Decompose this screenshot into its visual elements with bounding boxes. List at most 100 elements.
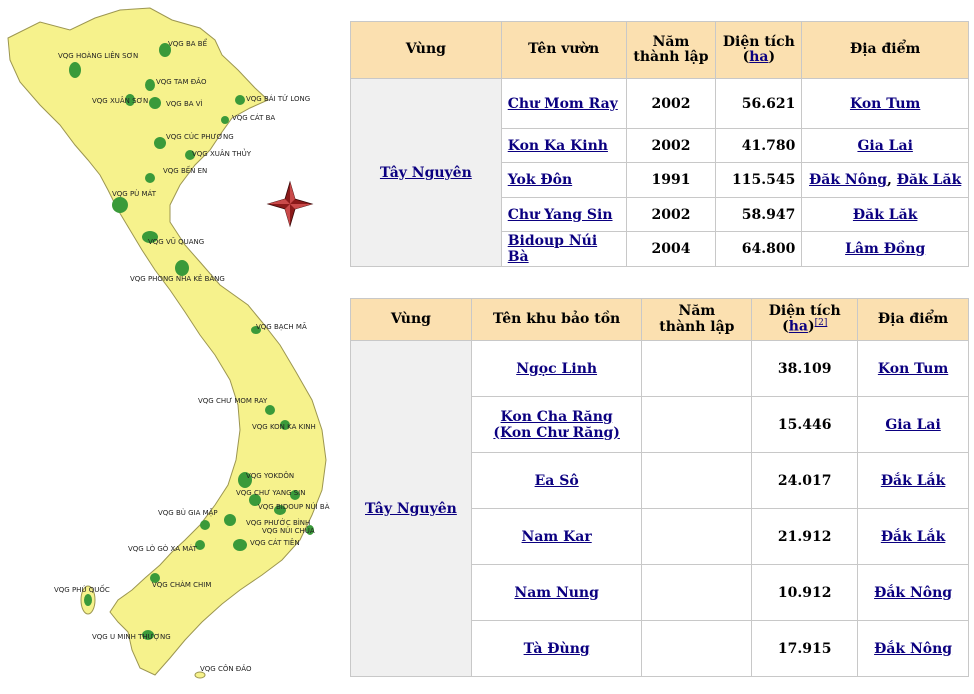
park-marker xyxy=(145,173,155,183)
table-header-row: Vùng Tên khu bảo tồn Năm thành lập Diện … xyxy=(350,298,969,341)
col-header-year-line2: thành lập xyxy=(659,318,735,335)
paren-open: ( xyxy=(782,318,789,335)
col-header-year-line1: Năm xyxy=(678,303,716,320)
park-name-link[interactable]: Kon Ka Kinh xyxy=(508,138,608,154)
region-link[interactable]: Tây Nguyên xyxy=(365,501,457,517)
year-cell: 2002 xyxy=(625,197,717,232)
name-cell: Tà Đùng xyxy=(470,620,643,677)
park-marker xyxy=(112,197,128,213)
area-cell: 21.912 xyxy=(751,508,859,565)
name-cell: Chư Yang Sin xyxy=(500,197,627,232)
reserve-name-link[interactable]: Nam Nung xyxy=(514,585,599,601)
park-name-link[interactable]: Yok Đôn xyxy=(508,172,572,188)
map-label: VQG BIDOUP NÚI BÀ xyxy=(258,502,330,511)
name-cell: Nam Kar xyxy=(470,508,643,565)
map-label: VQG XUÂN SƠN xyxy=(92,96,148,105)
location-cell: Gia Lai xyxy=(801,128,969,163)
col-header-region: Vùng xyxy=(350,21,502,79)
map-label: VQG U MINH THƯỢNG xyxy=(92,633,171,641)
area-cell: 115.545 xyxy=(715,162,803,198)
col-header-area-line1: Diện tích xyxy=(768,302,841,319)
location-link[interactable]: Đắk Lắk xyxy=(881,473,946,489)
region-link[interactable]: Tây Nguyên xyxy=(380,165,472,181)
map-label: VQG LÒ GÒ XA MÁT xyxy=(128,544,198,553)
reserve-name-link[interactable]: Tà Đùng xyxy=(524,641,590,657)
map-label: VQG PÙ MÁT xyxy=(112,189,157,198)
col-header-year-line2: thành lập xyxy=(633,49,709,65)
map-svg: VQG HOÀNG LIÊN SƠN VQG BA BỂ VQG TAM ĐẢO… xyxy=(7,7,330,679)
year-cell: 2004 xyxy=(625,231,717,267)
year-cell xyxy=(641,508,753,565)
reference-link[interactable]: [2] xyxy=(815,318,828,328)
map-label: VQG PHONG NHA KẺ BÀNG xyxy=(130,274,225,283)
location-link[interactable]: Đăk Lăk xyxy=(897,172,962,188)
park-marker xyxy=(233,539,247,551)
reserve-name-link[interactable]: Ngọc Linh xyxy=(516,361,597,377)
location-link[interactable]: Đắk Nông xyxy=(874,585,952,601)
compass-rose xyxy=(266,180,314,228)
map-label: VQG NÚI CHÚA xyxy=(262,526,315,535)
park-marker xyxy=(149,97,161,109)
vietnam-national-parks-map: VQG HOÀNG LIÊN SƠN VQG BA BỂ VQG TAM ĐẢO… xyxy=(0,0,340,694)
region-cell: Tây Nguyên xyxy=(350,340,472,677)
area-cell: 41.780 xyxy=(715,128,803,163)
location-cell: Gia Lai xyxy=(857,396,969,453)
ha-unit-link[interactable]: ha xyxy=(749,49,768,65)
location-link[interactable]: Gia Lai xyxy=(857,138,912,154)
col-header-area: Diện tích (ha) xyxy=(715,21,803,79)
map-label: VQG PHƯỚC BÌNH xyxy=(246,518,310,527)
location-link[interactable]: Lâm Đồng xyxy=(845,241,925,257)
location-cell: Kon Tum xyxy=(801,78,969,129)
map-label: VQG BẾN EN xyxy=(163,165,207,175)
name-cell: Kon Cha Răng (Kon Chư Răng) xyxy=(470,396,643,453)
map-label: VQG XUÂN THỦY xyxy=(192,148,252,158)
reserve-name-link[interactable]: Nam Kar xyxy=(522,529,592,545)
reserve-name-link[interactable]: Kon Cha Răng (Kon Chư Răng) xyxy=(493,409,620,441)
park-marker xyxy=(175,260,189,276)
park-marker xyxy=(200,520,210,530)
map-label: VQG CHÀM CHIM xyxy=(152,580,211,589)
location-link[interactable]: Đăk Lăk xyxy=(853,207,918,223)
location-cell: Đăk Lăk xyxy=(801,197,969,232)
park-marker xyxy=(154,137,166,149)
reserve-name-link[interactable]: Ea Sô xyxy=(535,473,579,489)
location-link[interactable]: Kon Tum xyxy=(878,361,948,377)
table-header-row: Vùng Tên vườn Năm thành lập Diện tích (h… xyxy=(350,21,969,79)
map-label: VQG BA BỂ xyxy=(168,38,208,48)
location-link[interactable]: Đắk Lắk xyxy=(881,529,946,545)
location-cell: Đắk Nông xyxy=(857,620,969,677)
vietnam-landmass xyxy=(7,7,327,676)
name-cell: Ea Sô xyxy=(470,452,643,509)
location-cell: Đăk Nông, Đăk Lăk xyxy=(801,162,969,198)
year-cell xyxy=(641,620,753,677)
col-header-year: Năm thành lập xyxy=(625,21,717,79)
park-marker xyxy=(235,95,245,105)
area-cell: 38.109 xyxy=(751,340,859,397)
location-link[interactable]: Đắk Nông xyxy=(874,641,952,657)
area-cell: 56.621 xyxy=(715,78,803,129)
park-name-link[interactable]: Chư Yang Sin xyxy=(508,207,613,223)
name-cell: Bidoup Núi Bà xyxy=(500,231,627,267)
map-label: VQG TAM ĐẢO xyxy=(156,77,207,86)
name-cell: Kon Ka Kinh xyxy=(500,128,627,163)
name-cell: Yok Đôn xyxy=(500,162,627,198)
location-link[interactable]: Đăk Nông xyxy=(809,172,887,188)
nature-reserves-table: Vùng Tên khu bảo tồn Năm thành lập Diện … xyxy=(350,298,969,677)
paren-close: ) xyxy=(768,49,776,65)
name-cell: Ngọc Linh xyxy=(470,340,643,397)
park-marker xyxy=(84,594,92,606)
location-cell: Đắk Lắk xyxy=(857,508,969,565)
map-label: VQG CÁT TIÊN xyxy=(250,538,300,547)
location-link[interactable]: Gia Lai xyxy=(885,417,940,433)
park-name-link[interactable]: Bidoup Núi Bà xyxy=(508,233,597,265)
area-cell: 24.017 xyxy=(751,452,859,509)
area-cell: 10.912 xyxy=(751,564,859,621)
park-name-link[interactable]: Chư Mom Ray xyxy=(508,96,618,112)
table-row: Tây Nguyên Chư Mom Ray 2002 56.621 Kon T… xyxy=(350,78,969,267)
location-link[interactable]: Kon Tum xyxy=(850,96,920,112)
park-marker xyxy=(145,79,155,91)
col-header-area-line1: Diện tích xyxy=(722,33,795,50)
ha-unit-link[interactable]: ha xyxy=(789,319,808,335)
location-cell: Đắk Lắk xyxy=(857,452,969,509)
map-label: VQG KON KA KINH xyxy=(252,423,316,431)
